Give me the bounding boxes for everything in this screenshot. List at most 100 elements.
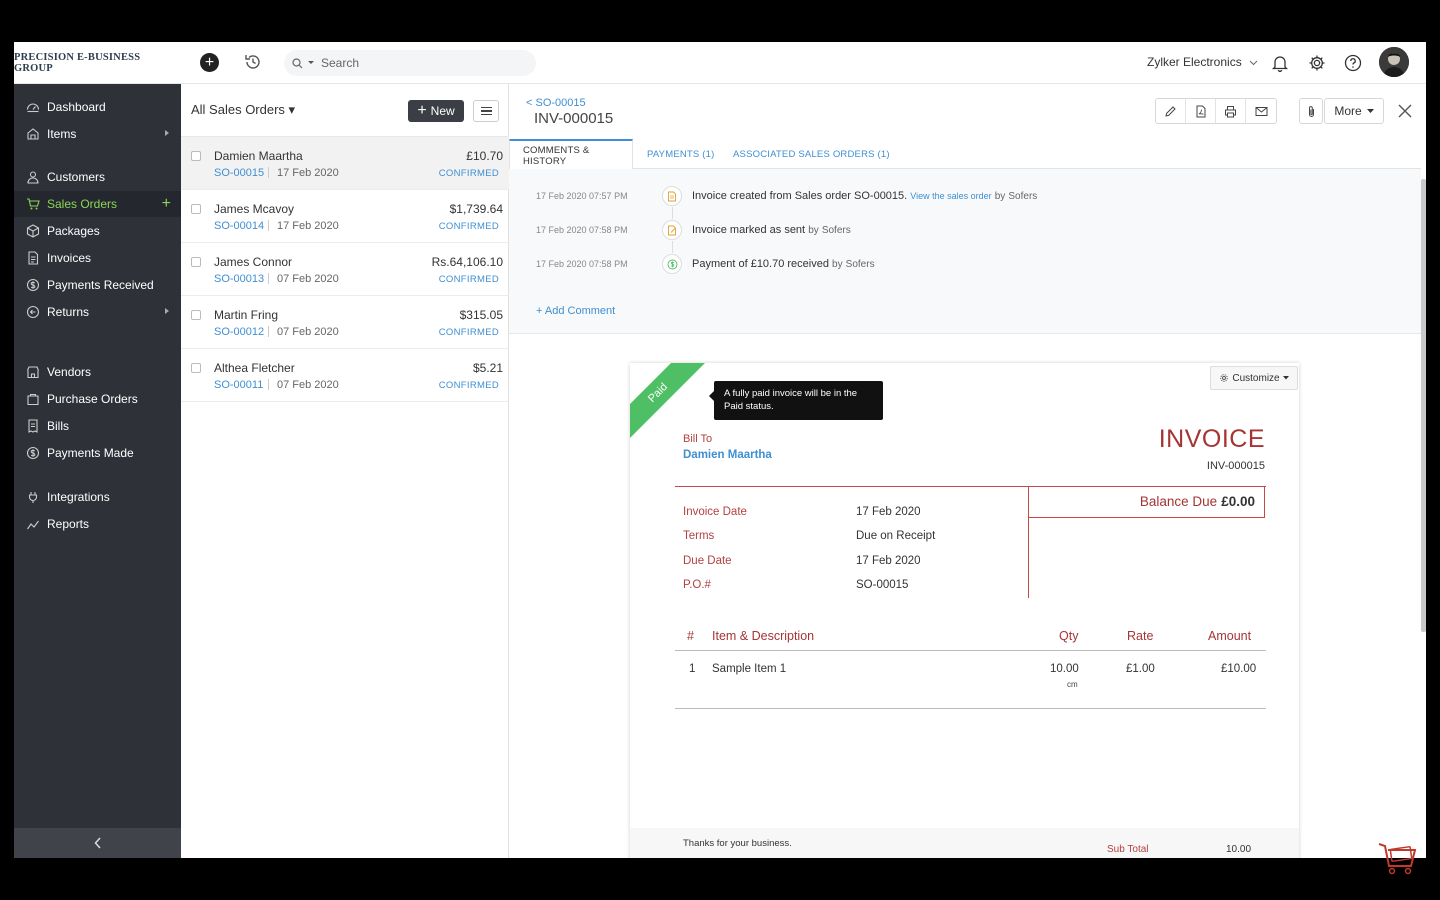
sidebar-item-sales-orders[interactable]: Sales Orders + <box>14 191 181 217</box>
history-text: Invoice marked as sent by Sofers <box>692 224 851 236</box>
divider <box>268 379 269 390</box>
view-sales-order-link[interactable]: View the sales order <box>910 191 991 201</box>
collapse-sidebar-button[interactable] <box>14 828 181 858</box>
items-icon <box>27 128 39 140</box>
sidebar-item-returns[interactable]: Returns <box>14 299 181 325</box>
divider <box>268 220 269 231</box>
sidebar-item-customers[interactable]: Customers <box>14 164 181 190</box>
history-time: 17 Feb 2020 07:57 PM <box>536 191 628 201</box>
bill-to-customer-link[interactable]: Damien Maartha <box>683 449 772 461</box>
pdf-button[interactable] <box>1186 99 1216 123</box>
sidebar-item-vendors[interactable]: Vendors <box>14 359 181 385</box>
list-menu-button[interactable] <box>473 100 499 122</box>
order-date: 07 Feb 2020 <box>277 379 339 391</box>
add-comment-link[interactable]: + Add Comment <box>536 305 615 317</box>
list-view-selector[interactable]: All Sales Orders ▾ <box>191 102 295 118</box>
invoice-footer: Thanks for your business. Sub Total 10.0… <box>630 828 1299 858</box>
order-date: 17 Feb 2020 <box>277 220 339 232</box>
sidebar-item-items[interactable]: Items <box>14 121 181 147</box>
row-checkbox[interactable] <box>191 310 201 320</box>
expand-caret-icon[interactable] <box>165 130 169 136</box>
print-button[interactable] <box>1216 99 1246 123</box>
new-button-label: New <box>430 104 455 118</box>
row-checkbox[interactable] <box>191 151 201 161</box>
sidebar-item-bills[interactable]: Bills <box>14 413 181 439</box>
status-badge: CONFIRMED <box>438 168 499 179</box>
balance-due-value: £0.00 <box>1221 494 1255 509</box>
invoices-icon <box>28 251 39 265</box>
sidebar-item-label: Payments Received <box>47 278 154 292</box>
sales-order-number[interactable]: SO-00011 <box>214 379 263 391</box>
shopping-cart-icon[interactable] <box>1376 836 1418 876</box>
settings-gear-icon[interactable] <box>1307 53 1327 73</box>
recent-history-icon[interactable] <box>243 52 263 72</box>
sidebar-item-packages[interactable]: Packages <box>14 218 181 244</box>
order-date: 17 Feb 2020 <box>277 167 339 179</box>
subtotal-value: 10.00 <box>1226 844 1252 855</box>
new-sales-order-button[interactable]: + New <box>408 100 464 122</box>
customer-name: James Mcavoy <box>214 202 295 216</box>
tab-payments[interactable]: PAYMENTS (1) <box>647 139 715 169</box>
history-invoice-sent-icon <box>662 220 682 240</box>
user-avatar[interactable] <box>1379 47 1409 77</box>
column-header-item: Item & Description <box>712 629 815 643</box>
list-item[interactable]: Martin Fring SO-00012 07 Feb 2020 $315.0… <box>181 296 509 349</box>
detail-scrollbar[interactable] <box>1421 179 1426 632</box>
email-button[interactable] <box>1246 99 1276 123</box>
terms-value: Due on Receipt <box>856 530 936 542</box>
list-item[interactable]: James Mcavoy SO-00014 17 Feb 2020 $1,739… <box>181 190 509 243</box>
status-badge: CONFIRMED <box>438 221 499 232</box>
sidebar-item-reports[interactable]: Reports <box>14 511 181 537</box>
list-item[interactable]: Althea Fletcher SO-00011 07 Feb 2020 $5.… <box>181 349 509 402</box>
row-checkbox[interactable] <box>191 257 201 267</box>
more-actions-button[interactable]: More <box>1324 98 1384 124</box>
brand-logo[interactable]: PRECISION E-BUSINESS GROUP <box>14 42 181 84</box>
sidebar-item-invoices[interactable]: Invoices <box>14 245 181 271</box>
hamburger-menu-icon <box>480 106 492 109</box>
comments-history-panel: 17 Feb 2020 07:57 PM Invoice created fro… <box>509 169 1421 334</box>
expand-caret-icon[interactable] <box>165 308 169 314</box>
sidebar-item-payments-received[interactable]: Payments Received <box>14 272 181 298</box>
sidebar-item-label: Dashboard <box>47 100 106 114</box>
search-icon <box>292 57 303 68</box>
help-icon[interactable] <box>1343 53 1363 73</box>
quick-create-plus-icon[interactable]: + <box>200 53 219 72</box>
history-time: 17 Feb 2020 07:58 PM <box>536 259 628 269</box>
row-checkbox[interactable] <box>191 204 201 214</box>
row-checkbox[interactable] <box>191 363 201 373</box>
bill-to-label: Bill To <box>683 433 713 445</box>
sidebar-item-purchase-orders[interactable]: Purchase Orders <box>14 386 181 412</box>
timeline-connector <box>672 207 673 219</box>
sales-order-number[interactable]: SO-00015 <box>214 167 264 179</box>
sidebar-item-integrations[interactable]: Integrations <box>14 484 181 510</box>
organization-switcher[interactable]: Zylker Electronics <box>1147 55 1258 69</box>
add-sales-order-plus-icon[interactable]: + <box>162 195 171 213</box>
edit-button[interactable] <box>1156 99 1186 123</box>
customer-name: Martin Fring <box>214 308 279 322</box>
close-icon[interactable] <box>1395 101 1415 121</box>
list-item[interactable]: Damien Maartha SO-00015 17 Feb 2020 £10.… <box>181 137 509 190</box>
packages-icon <box>26 224 40 238</box>
customize-button[interactable]: Customize <box>1210 366 1298 390</box>
sales-order-number[interactable]: SO-00013 <box>214 273 264 285</box>
notification-bell-icon[interactable] <box>1270 53 1290 73</box>
back-to-sales-order-link[interactable]: < SO-00015 <box>526 97 586 109</box>
column-header-number: # <box>687 629 694 643</box>
sales-order-number[interactable]: SO-00012 <box>214 326 264 338</box>
attachment-button[interactable] <box>1300 99 1322 123</box>
tab-associated-sales-orders[interactable]: ASSOCIATED SALES ORDERS (1) <box>733 139 890 169</box>
search-input[interactable]: Search <box>284 50 536 76</box>
terms-label: Terms <box>683 530 715 542</box>
sales-order-number[interactable]: SO-00014 <box>214 220 264 232</box>
search-filter-caret-icon[interactable] <box>307 60 315 66</box>
dashboard-icon <box>26 103 40 113</box>
list-item[interactable]: James Connor SO-00013 07 Feb 2020 Rs.64,… <box>181 243 509 296</box>
sidebar-item-dashboard[interactable]: Dashboard <box>14 94 181 120</box>
pencil-icon <box>1165 105 1176 117</box>
search-placeholder: Search <box>321 56 360 70</box>
sidebar-item-payments-made[interactable]: Payments Made <box>14 440 181 466</box>
action-toolbar <box>1155 98 1277 124</box>
history-message: Payment of £10.70 received <box>692 258 829 270</box>
detail-tabs: COMMENTS & HISTORY PAYMENTS (1) ASSOCIAT… <box>509 139 1421 170</box>
tab-comments-history[interactable]: COMMENTS & HISTORY <box>509 139 633 170</box>
